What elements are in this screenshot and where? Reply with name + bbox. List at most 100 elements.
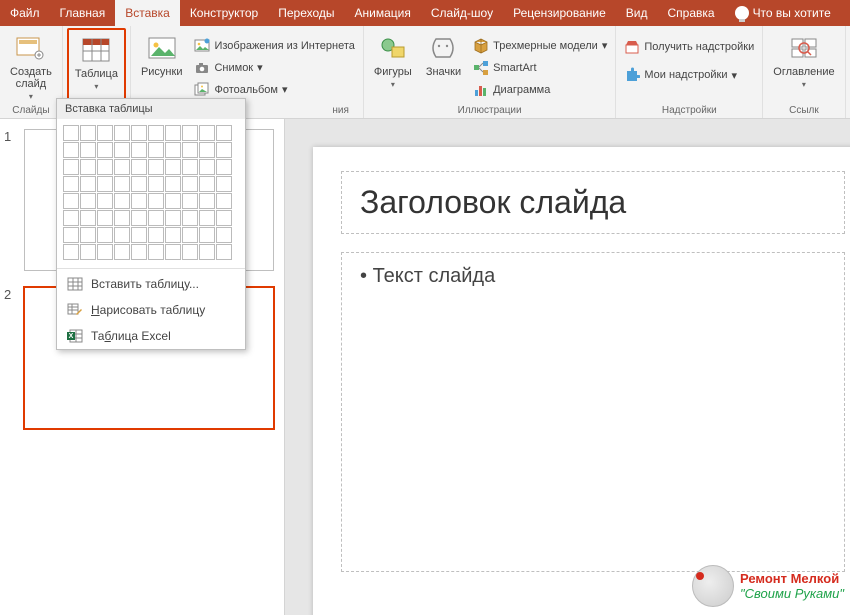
grid-cell[interactable] <box>199 159 215 175</box>
grid-cell[interactable] <box>63 176 79 192</box>
grid-cell[interactable] <box>216 176 232 192</box>
grid-cell[interactable] <box>114 244 130 260</box>
grid-cell[interactable] <box>216 210 232 226</box>
online-pictures-button[interactable]: Изображения из Интернета <box>192 35 356 57</box>
grid-cell[interactable] <box>114 159 130 175</box>
grid-cell[interactable] <box>114 193 130 209</box>
table-size-grid[interactable] <box>57 119 245 266</box>
grid-cell[interactable] <box>63 159 79 175</box>
tab-animations[interactable]: Анимация <box>345 0 421 26</box>
grid-cell[interactable] <box>216 193 232 209</box>
title-placeholder[interactable]: Заголовок слайда <box>341 171 845 234</box>
grid-cell[interactable] <box>182 227 198 243</box>
grid-cell[interactable] <box>80 193 96 209</box>
grid-cell[interactable] <box>165 227 181 243</box>
grid-cell[interactable] <box>131 210 147 226</box>
tell-me[interactable]: Что вы хотите <box>725 0 841 26</box>
grid-cell[interactable] <box>97 176 113 192</box>
toc-button[interactable]: Оглавление ▾ <box>769 30 838 105</box>
grid-cell[interactable] <box>182 159 198 175</box>
smartart-button[interactable]: SmartArt <box>471 57 609 79</box>
grid-cell[interactable] <box>182 125 198 141</box>
tab-slideshow[interactable]: Слайд-шоу <box>421 0 503 26</box>
tab-insert[interactable]: Вставка <box>115 0 180 26</box>
tab-home[interactable]: Главная <box>50 0 116 26</box>
grid-cell[interactable] <box>131 159 147 175</box>
tab-help[interactable]: Справка <box>657 0 724 26</box>
grid-cell[interactable] <box>80 159 96 175</box>
grid-cell[interactable] <box>199 142 215 158</box>
grid-cell[interactable] <box>199 193 215 209</box>
tab-file[interactable]: Файл <box>0 0 50 26</box>
grid-cell[interactable] <box>165 210 181 226</box>
draw-table-item[interactable]: Нарисовать таблицу <box>57 297 245 323</box>
grid-cell[interactable] <box>63 125 79 141</box>
grid-cell[interactable] <box>80 125 96 141</box>
grid-cell[interactable] <box>148 176 164 192</box>
grid-cell[interactable] <box>165 244 181 260</box>
grid-cell[interactable] <box>63 244 79 260</box>
grid-cell[interactable] <box>148 244 164 260</box>
grid-cell[interactable] <box>131 244 147 260</box>
grid-cell[interactable] <box>80 227 96 243</box>
grid-cell[interactable] <box>216 125 232 141</box>
grid-cell[interactable] <box>148 210 164 226</box>
grid-cell[interactable] <box>97 125 113 141</box>
grid-cell[interactable] <box>80 142 96 158</box>
grid-cell[interactable] <box>165 159 181 175</box>
grid-cell[interactable] <box>63 227 79 243</box>
grid-cell[interactable] <box>182 244 198 260</box>
tab-transitions[interactable]: Переходы <box>268 0 344 26</box>
grid-cell[interactable] <box>182 176 198 192</box>
grid-cell[interactable] <box>182 142 198 158</box>
shapes-button[interactable]: Фигуры ▾ <box>370 30 416 105</box>
table-button[interactable]: Таблица ▾ <box>67 28 126 105</box>
grid-cell[interactable] <box>114 125 130 141</box>
grid-cell[interactable] <box>199 244 215 260</box>
grid-cell[interactable] <box>131 125 147 141</box>
grid-cell[interactable] <box>216 159 232 175</box>
grid-cell[interactable] <box>97 210 113 226</box>
grid-cell[interactable] <box>114 227 130 243</box>
pictures-button[interactable]: Рисунки <box>137 30 187 105</box>
grid-cell[interactable] <box>216 142 232 158</box>
grid-cell[interactable] <box>148 193 164 209</box>
grid-cell[interactable] <box>182 193 198 209</box>
icons-button[interactable]: Значки <box>422 30 465 105</box>
tab-design[interactable]: Конструктор <box>180 0 268 26</box>
grid-cell[interactable] <box>97 159 113 175</box>
get-addins-button[interactable]: Получить надстройки <box>622 36 756 58</box>
grid-cell[interactable] <box>114 210 130 226</box>
grid-cell[interactable] <box>131 193 147 209</box>
3d-models-button[interactable]: Трехмерные модели ▾ <box>471 35 609 57</box>
new-slide-button[interactable]: Создать слайд ▾ <box>6 30 56 105</box>
grid-cell[interactable] <box>165 142 181 158</box>
grid-cell[interactable] <box>165 176 181 192</box>
slide[interactable]: Заголовок слайда Текст слайда <box>313 147 850 615</box>
grid-cell[interactable] <box>199 125 215 141</box>
grid-cell[interactable] <box>97 193 113 209</box>
grid-cell[interactable] <box>182 210 198 226</box>
grid-cell[interactable] <box>97 227 113 243</box>
grid-cell[interactable] <box>148 159 164 175</box>
grid-cell[interactable] <box>114 176 130 192</box>
screenshot-button[interactable]: Снимок ▾ <box>192 57 356 79</box>
grid-cell[interactable] <box>165 193 181 209</box>
body-placeholder[interactable]: Текст слайда <box>341 252 845 572</box>
grid-cell[interactable] <box>131 176 147 192</box>
grid-cell[interactable] <box>199 176 215 192</box>
grid-cell[interactable] <box>131 227 147 243</box>
grid-cell[interactable] <box>165 125 181 141</box>
grid-cell[interactable] <box>216 244 232 260</box>
grid-cell[interactable] <box>131 142 147 158</box>
grid-cell[interactable] <box>80 210 96 226</box>
grid-cell[interactable] <box>148 142 164 158</box>
grid-cell[interactable] <box>199 227 215 243</box>
grid-cell[interactable] <box>148 125 164 141</box>
grid-cell[interactable] <box>97 244 113 260</box>
tab-review[interactable]: Рецензирование <box>503 0 616 26</box>
grid-cell[interactable] <box>114 142 130 158</box>
grid-cell[interactable] <box>216 227 232 243</box>
excel-table-item[interactable]: X Таблица Excel <box>57 323 245 349</box>
grid-cell[interactable] <box>63 142 79 158</box>
